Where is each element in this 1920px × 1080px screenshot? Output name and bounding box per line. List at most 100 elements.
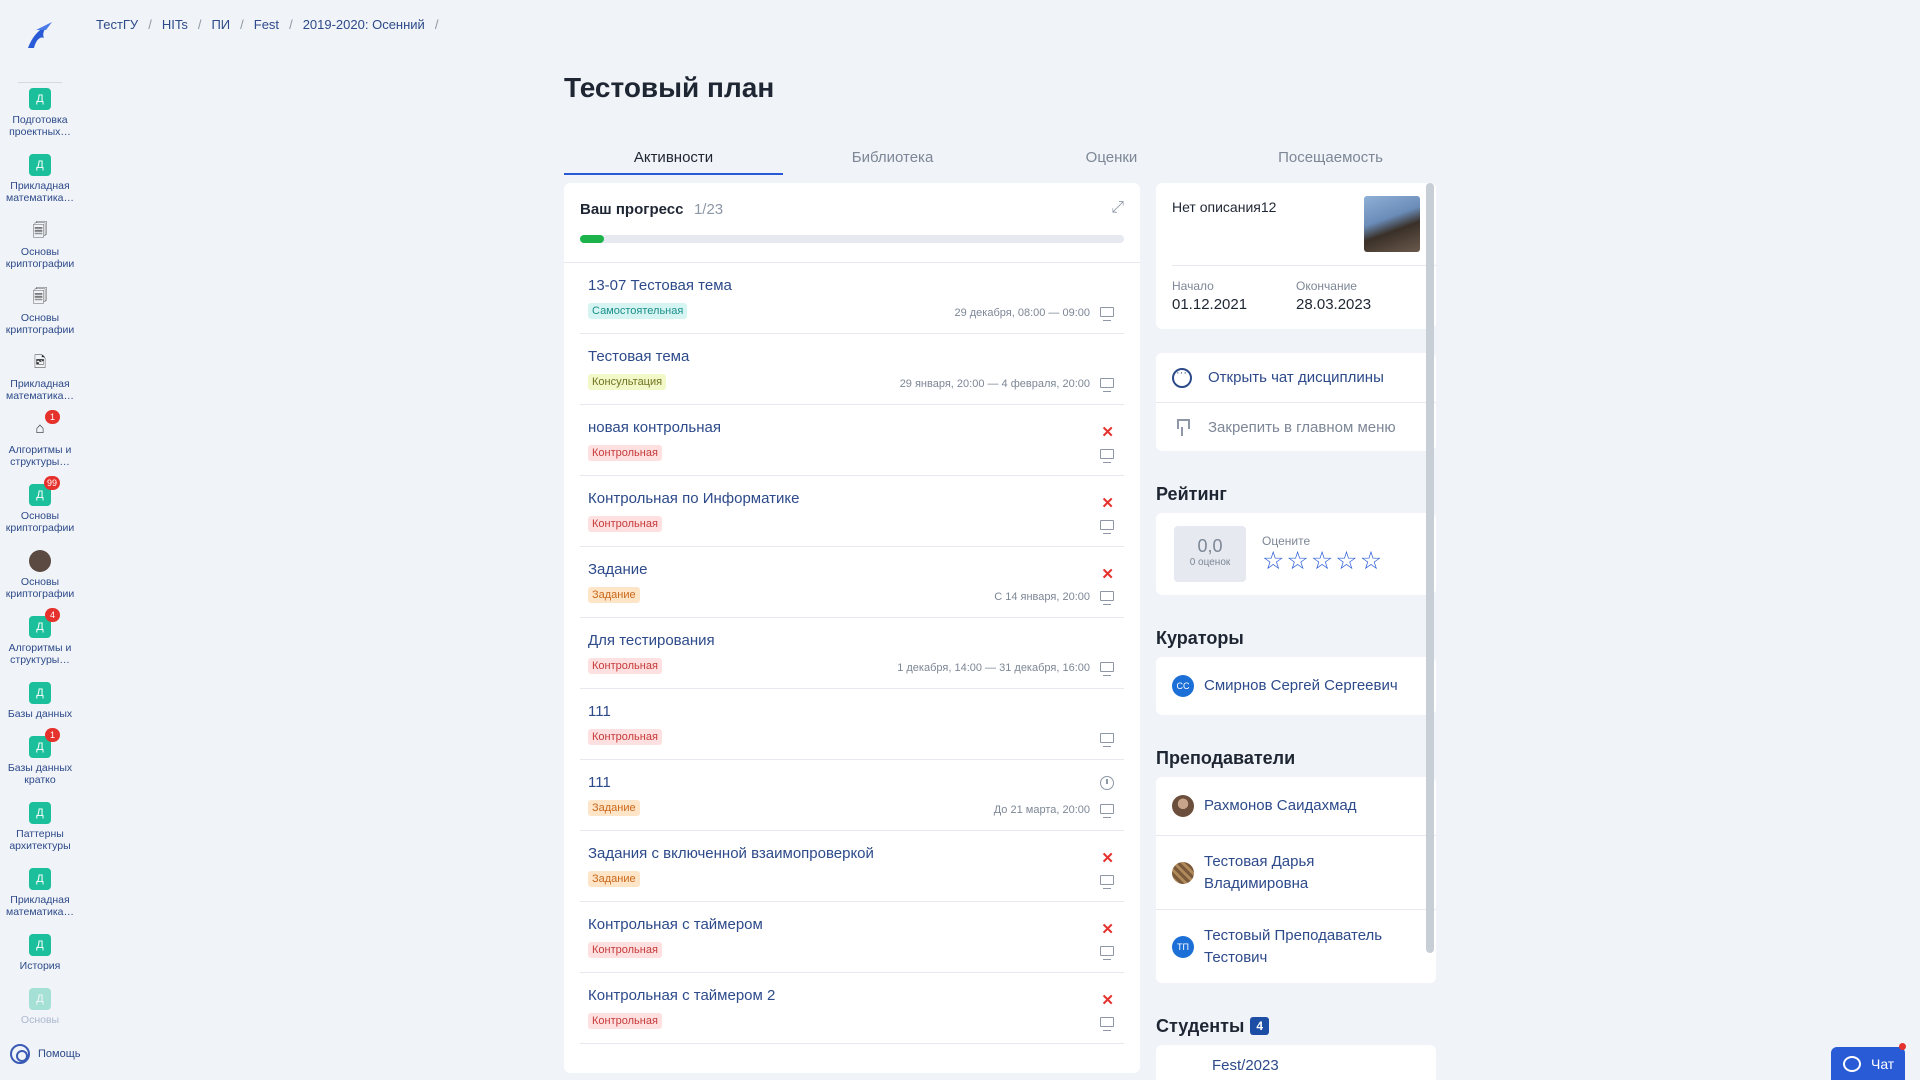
course-icon: Д: [29, 154, 51, 176]
star-icon[interactable]: ☆: [1262, 549, 1284, 574]
sidebar-item-label: Алгоритмы и структуры…: [8, 642, 72, 666]
sidebar-course-11[interactable]: Д1 Базы данных кратко: [0, 728, 80, 802]
sidebar-item-label: Прикладная математика…: [5, 894, 75, 918]
notification-badge: 4: [45, 608, 60, 622]
chat-button[interactable]: Чат: [1831, 1043, 1906, 1080]
sidebar-course-9[interactable]: Д4 Алгоритмы и структуры…: [0, 608, 80, 682]
avatar: СС: [1172, 675, 1194, 697]
activity-type-badge: Самостоятельная: [588, 303, 688, 319]
teacher-item[interactable]: Тестовая Дарья Владимировна: [1156, 835, 1436, 909]
breadcrumb-item[interactable]: ПИ: [211, 17, 230, 32]
expand-icon[interactable]: ⤢: [1111, 199, 1124, 217]
student-group[interactable]: Fest/2023: [1212, 1057, 1279, 1074]
activity-row[interactable]: 13-07 Тестовая тема Самостоятельная 29 дек…: [580, 263, 1124, 334]
breadcrumb-item[interactable]: 2019-2020: Осенний: [303, 17, 425, 32]
activity-title[interactable]: Задание: [588, 561, 648, 578]
activity-row[interactable]: Для тестирования Контрольная 1 декабря, 14…: [580, 618, 1124, 689]
activity-title[interactable]: 13-07 Тестовая тема: [588, 277, 732, 294]
activity-title[interactable]: новая контрольная: [588, 419, 721, 436]
sidebar: Д Подготовка проектных… Д Прикладная мат…: [0, 0, 81, 1080]
person-name: Тестовый Преподаватель Тестович: [1204, 926, 1383, 966]
sidebar-item-label: Паттерны архитектуры: [9, 828, 71, 852]
device-icon: [1100, 946, 1114, 960]
logo-icon[interactable]: [22, 18, 58, 54]
tab-grades[interactable]: Оценки: [1002, 147, 1221, 175]
start-date: 01.12.2021: [1172, 296, 1248, 313]
breadcrumb-item[interactable]: ТестГУ: [96, 17, 138, 32]
course-icon: Д4: [29, 608, 60, 638]
sidebar-item-label: Основы криптографии: [5, 312, 75, 336]
tab-attendance[interactable]: Посещаемость: [1221, 147, 1440, 175]
device-icon: [1100, 733, 1114, 747]
activity-row[interactable]: Задание Задание С 14 января, 20:00 ✕: [580, 547, 1124, 618]
sidebar-course-13[interactable]: Д Прикладная математика…: [0, 868, 80, 934]
device-icon: [1100, 875, 1114, 889]
scrollbar[interactable]: [1426, 183, 1434, 953]
person-name: Смирнов Сергей Сергеевич: [1204, 677, 1398, 694]
sidebar-course-12[interactable]: Д Паттерны архитектуры: [0, 802, 80, 868]
curators-title: Кураторы: [1156, 627, 1244, 648]
sidebar-course-7[interactable]: Д 99 Основы криптографии: [0, 476, 80, 550]
sidebar-course-4[interactable]: 🗐 Основы криптографии: [0, 286, 80, 352]
avatar: [1172, 795, 1194, 817]
star-icon[interactable]: ☆: [1335, 549, 1357, 574]
star-icon[interactable]: ☆: [1311, 549, 1333, 574]
breadcrumb-item[interactable]: HITs: [162, 17, 188, 32]
activity-title[interactable]: Задания с включенной взаимопроверкой: [588, 845, 874, 862]
activity-title[interactable]: Тестовая тема: [588, 348, 689, 365]
activity-row[interactable]: Контрольная с таймером 2 Контрольная ✕: [580, 973, 1124, 1044]
teachers-card: Рахмонов Саидахмад Тестовая Дарья Владим…: [1156, 777, 1436, 983]
notification-dot: [1899, 1043, 1906, 1050]
activity-date: 29 декабря, 08:00 — 09:00: [954, 307, 1090, 319]
activity-row[interactable]: Задания с включенной взаимопроверкой Зада…: [580, 831, 1124, 902]
activity-title[interactable]: Контрольная по Информатике: [588, 490, 799, 507]
sidebar-course-15[interactable]: Д Основы: [0, 988, 80, 1024]
sidebar-course-8[interactable]: Основы криптографии: [0, 550, 80, 616]
activity-row[interactable]: Тестовая тема Консультация 29 января, 20:0…: [580, 334, 1124, 405]
pin-button[interactable]: Закрепить в главном меню: [1156, 402, 1436, 451]
activity-row[interactable]: новая контрольная Контрольная ✕: [580, 405, 1124, 476]
progress-header: Ваш прогресс 1/23 ⤢: [564, 183, 1140, 263]
help-link[interactable]: Помощь: [10, 1044, 81, 1064]
star-icon[interactable]: ☆: [1360, 549, 1382, 574]
progress-count: 1/23: [693, 201, 724, 218]
activity-type-badge: Задание: [588, 871, 640, 887]
device-icon: [1100, 591, 1114, 605]
star-icon[interactable]: ☆: [1286, 549, 1308, 574]
start-label: Начало: [1172, 279, 1214, 293]
activities-card: Ваш прогресс 1/23 ⤢ 13-07 Тестовая тема С…: [564, 183, 1140, 1073]
sidebar-item-label: Прикладная математика…: [5, 378, 75, 402]
course-icon: Д: [29, 868, 51, 890]
teacher-item[interactable]: ТП Тестовый Преподаватель Тестович: [1156, 909, 1436, 983]
activity-row[interactable]: Контрольная по Информатике Контрольная ✕: [580, 476, 1124, 547]
sidebar-course-2[interactable]: Д Прикладная математика…: [0, 154, 80, 220]
open-chat-button[interactable]: Открыть чат дисциплины: [1156, 353, 1436, 402]
activity-row[interactable]: Контрольная с таймером Контрольная ✕: [580, 902, 1124, 973]
activity-title[interactable]: Контрольная с таймером: [588, 916, 763, 933]
activity-title[interactable]: 111: [588, 774, 611, 791]
activity-row[interactable]: 111 Задание До 21 марта, 20:00: [580, 760, 1124, 831]
right-column: Нет описания12 Начало 01.12.2021 Окончан…: [1156, 183, 1436, 1080]
sidebar-course-1[interactable]: Д Подготовка проектных…: [0, 88, 80, 154]
sidebar-course-6[interactable]: ⌂ 1 Алгоритмы и структуры…: [0, 410, 80, 484]
breadcrumb-item[interactable]: Fest: [254, 17, 279, 32]
person-name: Рахмонов Саидахмад: [1204, 797, 1357, 814]
star-rating: ☆ ☆ ☆ ☆ ☆: [1262, 549, 1382, 574]
activity-title[interactable]: Контрольная с таймером 2: [588, 987, 775, 1004]
sidebar-course-3[interactable]: 🗐 Основы криптографии: [0, 220, 80, 286]
clock-icon: [1100, 776, 1114, 790]
curator-item[interactable]: СС Смирнов Сергей Сергеевич: [1156, 657, 1436, 715]
activity-title[interactable]: 111: [588, 703, 611, 720]
teacher-item[interactable]: Рахмонов Саидахмад: [1156, 777, 1436, 835]
sidebar-course-5[interactable]: 🖻 Прикладная математика…: [0, 352, 80, 418]
tab-library[interactable]: Библиотека: [783, 147, 1002, 175]
close-icon: ✕: [1101, 921, 1114, 938]
tab-activities[interactable]: Активности: [564, 147, 783, 175]
activity-type-badge: Контрольная: [588, 942, 662, 958]
activity-row[interactable]: 111 Контрольная: [580, 689, 1124, 760]
activity-title[interactable]: Для тестирования: [588, 632, 715, 649]
notification-badge: 99: [43, 476, 60, 490]
sidebar-item-label: Основы криптографии: [5, 246, 75, 270]
sidebar-item-label: Прикладная математика…: [5, 180, 75, 204]
end-date: 28.03.2023: [1296, 296, 1372, 313]
